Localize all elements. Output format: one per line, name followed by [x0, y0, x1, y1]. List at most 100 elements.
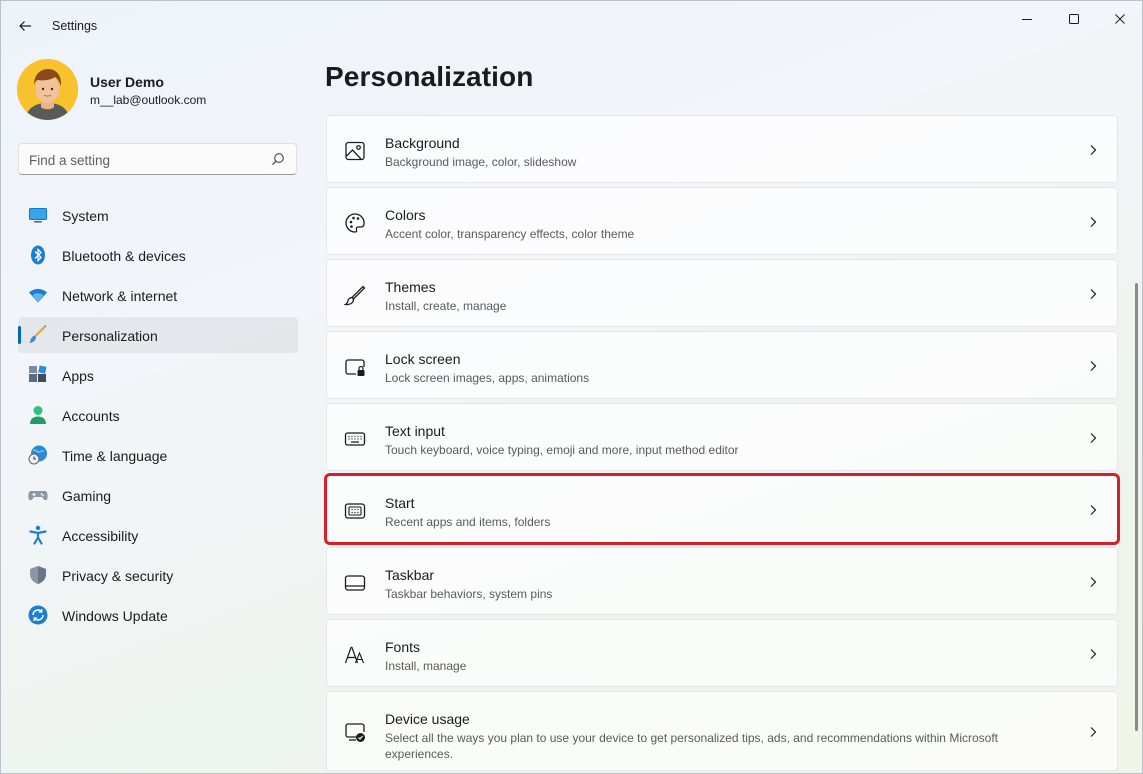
sidebar-item-accounts[interactable]: Accounts — [18, 397, 298, 433]
sidebar-item-label: Privacy & security — [62, 568, 174, 584]
card-lock-screen[interactable]: Lock screen Lock screen images, apps, an… — [326, 331, 1118, 399]
sidebar-item-privacy-security[interactable]: Privacy & security — [18, 557, 298, 593]
apps-icon — [29, 365, 47, 382]
chevron-right-icon — [1090, 727, 1097, 737]
minimize-icon — [1022, 19, 1032, 20]
maximize-button[interactable] — [1051, 5, 1097, 33]
start-icon — [344, 503, 366, 519]
globe-clock-icon — [28, 445, 47, 465]
card-description: Taskbar behaviors, system pins — [385, 587, 553, 601]
chevron-right-icon — [1090, 361, 1097, 371]
chevron-right-icon — [1090, 433, 1097, 443]
card-themes[interactable]: Themes Install, create, manage — [326, 259, 1118, 327]
chevron-right-icon — [1090, 145, 1097, 155]
chevron-right-icon — [1090, 505, 1097, 515]
card-title: Start — [385, 495, 415, 511]
card-description: Touch keyboard, voice typing, emoji and … — [385, 443, 739, 457]
sidebar-item-label: Personalization — [62, 328, 158, 344]
sidebar-item-label: Apps — [62, 368, 94, 384]
keyboard-icon — [344, 432, 366, 446]
shield-icon — [30, 566, 46, 584]
sidebar-item-time-language[interactable]: Time & language — [18, 437, 298, 473]
chevron-right-icon — [1090, 217, 1097, 227]
sidebar-nav: System Bluetooth & devices Network & int… — [18, 197, 298, 637]
card-title: Device usage — [385, 711, 470, 727]
minimize-button[interactable] — [1004, 5, 1050, 33]
settings-window: Settings User Demo m__lab@outlook.com Fi… — [0, 0, 1143, 774]
card-title: Lock screen — [385, 351, 461, 367]
gamepad-icon — [28, 491, 48, 501]
card-title: Themes — [385, 279, 436, 295]
card-background[interactable]: Background Background image, color, slid… — [326, 115, 1118, 183]
search-box[interactable] — [18, 143, 297, 175]
card-description: Accent color, transparency effects, colo… — [385, 227, 635, 241]
sidebar-item-label: System — [62, 208, 109, 224]
sidebar-item-label: Accessibility — [62, 528, 139, 544]
card-description: Recent apps and items, folders — [385, 515, 551, 529]
card-colors[interactable]: Colors Accent color, transparency effect… — [326, 187, 1118, 255]
user-profile[interactable]: User Demo m__lab@outlook.com — [17, 59, 297, 121]
sidebar-item-label: Gaming — [62, 488, 112, 504]
lock-screen-icon — [345, 359, 365, 376]
fonts-icon — [344, 646, 365, 664]
sidebar-item-label: Windows Update — [62, 608, 168, 624]
settings-cards: Background Background image, color, slid… — [324, 115, 1120, 774]
back-button[interactable] — [11, 13, 39, 39]
title-bar: Settings — [1, 1, 1142, 49]
palette-icon — [345, 213, 365, 233]
card-description: Background image, color, slideshow — [385, 155, 577, 169]
brush-icon — [29, 325, 47, 343]
card-title: Taskbar — [385, 567, 435, 583]
card-title: Background — [385, 135, 460, 151]
device-usage-icon — [345, 723, 365, 742]
sidebar-item-personalization[interactable]: Personalization — [18, 317, 298, 353]
system-icon — [29, 208, 47, 223]
maximize-icon — [1069, 14, 1079, 24]
sidebar-item-windows-update[interactable]: Windows Update — [18, 597, 298, 633]
card-text-input[interactable]: Text input Touch keyboard, voice typing,… — [326, 403, 1118, 471]
card-taskbar[interactable]: Taskbar Taskbar behaviors, system pins — [326, 547, 1118, 615]
user-name: User Demo — [90, 74, 164, 90]
card-title: Text input — [385, 423, 445, 439]
sidebar-item-label: Accounts — [62, 408, 120, 424]
avatar — [17, 59, 78, 120]
card-description: Install, manage — [385, 659, 467, 673]
scrollbar-thumb[interactable] — [1135, 283, 1138, 731]
card-description: Select all the ways you plan to use your… — [385, 731, 998, 761]
card-description: Lock screen images, apps, animations — [385, 371, 590, 385]
pen-icon — [344, 285, 366, 306]
card-device-usage[interactable]: Device usage Select all the ways you pla… — [326, 691, 1118, 771]
bluetooth-icon — [31, 245, 45, 265]
update-icon — [28, 605, 48, 625]
accounts-icon — [30, 406, 46, 424]
wifi-icon — [29, 288, 47, 303]
sidebar-item-label: Bluetooth & devices — [62, 248, 186, 264]
search-input[interactable] — [29, 150, 259, 170]
sidebar-item-accessibility[interactable]: Accessibility — [18, 517, 298, 553]
user-email: m__lab@outlook.com — [90, 93, 207, 107]
chevron-right-icon — [1090, 289, 1097, 299]
card-fonts[interactable]: Fonts Install, manage — [326, 619, 1118, 687]
app-title: Settings — [52, 19, 98, 33]
sidebar-item-label: Time & language — [62, 448, 168, 464]
search-icon — [272, 153, 284, 166]
sidebar-item-label: Network & internet — [62, 288, 178, 304]
chevron-right-icon — [1090, 577, 1097, 587]
chevron-right-icon — [1090, 649, 1097, 659]
active-indicator — [18, 326, 21, 344]
card-start[interactable]: Start Recent apps and items, folders — [324, 473, 1120, 545]
taskbar-icon — [344, 575, 366, 591]
page-title: Personalization — [325, 61, 534, 92]
sidebar-item-gaming[interactable]: Gaming — [18, 477, 298, 513]
sidebar-item-bluetooth-devices[interactable]: Bluetooth & devices — [18, 237, 298, 273]
close-icon — [1115, 14, 1125, 24]
sidebar-item-apps[interactable]: Apps — [18, 357, 298, 393]
card-title: Fonts — [385, 639, 421, 655]
card-title: Colors — [385, 207, 426, 223]
back-arrow-icon — [19, 21, 31, 31]
sidebar-item-network-internet[interactable]: Network & internet — [18, 277, 298, 313]
avatar-icon — [17, 59, 78, 120]
close-button[interactable] — [1097, 5, 1143, 33]
sidebar-item-system[interactable]: System — [18, 197, 298, 233]
accessibility-icon — [29, 525, 47, 545]
